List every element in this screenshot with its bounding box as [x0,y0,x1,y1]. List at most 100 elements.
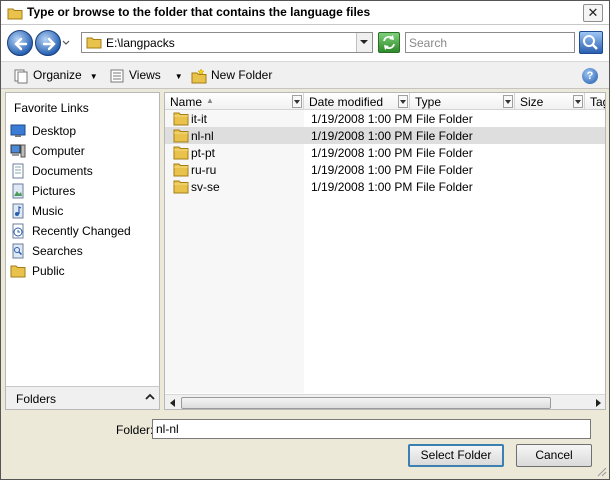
scrollbar-thumb[interactable] [181,397,551,409]
column-header-label: Size [520,95,544,109]
file-type: File Folder [416,163,473,177]
file-date: 1/19/2008 1:00 PM [311,146,413,160]
window-title: Type or browse to the folder that contai… [27,5,371,19]
file-name: nl-nl [191,129,214,143]
help-icon: ? [586,70,594,82]
select-folder-button[interactable]: Select Folder [408,444,504,467]
command-bar: Organize ▼ Views ▼ New Folder ? [1,61,609,89]
table-row[interactable]: it-it 1/19/2008 1:00 PM File Folder [165,110,605,127]
folder-icon [173,112,189,126]
table-row[interactable]: pt-pt 1/19/2008 1:00 PM File Folder [165,144,605,161]
table-row[interactable]: ru-ru 1/19/2008 1:00 PM File Folder [165,161,605,178]
column-dropdown-button[interactable] [398,95,408,108]
folder-label: Folder: [116,423,154,437]
sidebar-item-pictures[interactable]: Pictures [8,182,158,200]
table-row[interactable]: sv-se 1/19/2008 1:00 PM File Folder [165,178,605,195]
file-list-pane: Name ▲ Date modified Type Size Ta it-it … [164,92,606,410]
column-dropdown-button[interactable] [503,95,513,108]
views-label: Views [129,68,161,83]
search-icon [583,35,598,50]
file-date: 1/19/2008 1:00 PM [311,112,413,126]
sidebar-item-label: Computer [32,144,85,158]
scroll-right-icon[interactable] [593,398,603,408]
column-header-name[interactable]: Name ▲ [165,93,304,110]
organize-button[interactable]: Organize ▼ [13,68,98,84]
column-header-tags[interactable]: Tag [585,93,605,110]
new-folder-button[interactable]: New Folder [191,68,272,84]
chevron-down-icon [575,100,581,104]
folders-toggle-bar[interactable]: Folders [5,386,160,410]
folder-icon [173,163,189,177]
public-folder-icon [10,265,26,278]
refresh-button[interactable] [378,32,400,53]
column-header-date-modified[interactable]: Date modified [304,93,410,110]
title-bar[interactable]: Type or browse to the folder that contai… [1,1,609,25]
folder-icon [173,129,189,143]
forward-button[interactable] [35,30,61,56]
search-button[interactable] [579,31,603,54]
sidebar-item-searches[interactable]: Searches [8,242,158,260]
file-type: File Folder [416,112,473,126]
chevron-down-icon [400,100,406,104]
navigation-pane: Favorite Links Desktop Computer Document… [5,92,160,410]
sidebar-item-label: Desktop [32,124,77,138]
pictures-icon [12,183,24,199]
file-date: 1/19/2008 1:00 PM [311,180,413,194]
sidebar-item-recently-changed[interactable]: Recently Changed [8,222,158,240]
sidebar-item-desktop[interactable]: Desktop [8,122,158,140]
column-dropdown-button[interactable] [292,95,302,108]
help-button[interactable]: ? [582,68,598,84]
sidebar-item-label: Recently Changed [32,224,131,238]
file-name: pt-pt [191,146,216,160]
history-dropdown-icon[interactable] [61,38,71,48]
column-header-size[interactable]: Size [515,93,585,110]
address-field[interactable]: E:\langpacks [81,32,373,53]
sidebar-item-documents[interactable]: Documents [8,162,158,180]
resize-grip-icon[interactable] [595,465,607,477]
computer-icon [10,144,26,158]
address-toolbar: E:\langpacks Search [1,25,609,61]
close-button[interactable]: ✕ [583,4,603,22]
new-folder-label: New Folder [211,68,273,83]
file-name: sv-se [191,180,220,194]
searches-icon [12,243,24,259]
horizontal-scrollbar[interactable] [165,394,605,409]
dropdown-arrow-icon: ▼ [174,71,183,81]
music-icon [12,203,24,219]
folder-icon [7,8,23,20]
sidebar-item-computer[interactable]: Computer [8,142,158,160]
sidebar-item-public[interactable]: Public [8,262,158,280]
views-button[interactable]: Views ▼ [109,68,183,84]
chevron-up-icon[interactable] [144,391,156,403]
favorite-links-heading: Favorite Links [14,101,89,115]
dropdown-arrow-icon: ▼ [89,71,98,81]
column-dropdown-button[interactable] [573,95,583,108]
folder-browser-dialog: Type or browse to the folder that contai… [0,0,610,480]
sidebar-item-label: Music [32,204,64,218]
file-type: File Folder [416,129,473,143]
file-type: File Folder [416,146,473,160]
column-header-label: Tag [590,95,605,109]
address-path: E:\langpacks [106,36,175,50]
new-folder-icon [191,68,207,84]
close-icon: ✕ [587,5,599,20]
cancel-button[interactable]: Cancel [516,444,592,467]
address-dropdown-button[interactable] [356,33,372,52]
recent-icon [12,223,24,239]
file-type: File Folder [416,180,473,194]
column-header-label: Name [170,95,203,109]
column-header-label: Date modified [309,95,384,109]
documents-icon [12,163,24,179]
sidebar-item-label: Pictures [32,184,76,198]
sidebar-item-label: Searches [32,244,83,258]
sidebar-item-label: Documents [32,164,93,178]
file-date: 1/19/2008 1:00 PM [311,129,413,143]
scroll-left-icon[interactable] [168,398,178,408]
search-input[interactable]: Search [405,32,575,53]
folder-input[interactable]: nl-nl [152,419,591,439]
folder-icon [173,180,189,194]
back-button[interactable] [7,30,33,56]
column-header-type[interactable]: Type [410,93,515,110]
sidebar-item-music[interactable]: Music [8,202,158,220]
table-row-selected[interactable]: nl-nl 1/19/2008 1:00 PM File Folder [165,127,605,144]
